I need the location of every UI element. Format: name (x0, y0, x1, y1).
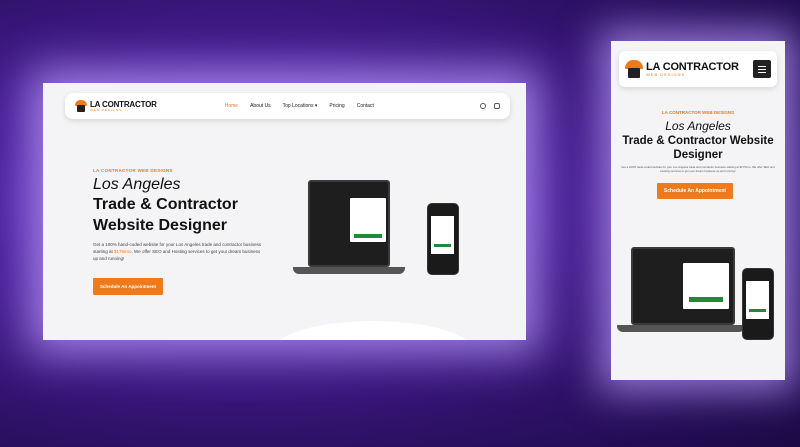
mobile-hero-heading-line1: Trade & Contractor Website (622, 135, 774, 147)
nav-contact[interactable]: Contact (357, 103, 374, 109)
brand-tagline: WEB DESIGNS (646, 71, 686, 77)
nav-about[interactable]: About Us (250, 103, 271, 109)
mobile-screenshot: LA CONTRACTOR WEB DESIGNS LA CONTRACTOR … (611, 41, 785, 380)
desktop-navbar: LA CONTRACTOR WEB DESIGNS Home About Us … (65, 93, 510, 119)
brand-logo[interactable]: LA CONTRACTOR WEB DESIGNS (75, 100, 157, 112)
youtube-icon[interactable] (494, 103, 500, 109)
mobile-hero-description: Get a 100% hand-coded website for your L… (621, 165, 775, 174)
schedule-appointment-button[interactable]: Schedule An Appointment (93, 278, 163, 295)
mobile-hero-heading-italic: Los Angeles (665, 119, 731, 133)
mobile-hero-heading-line2: Designer (673, 149, 723, 161)
mobile-laptop-image (631, 247, 735, 325)
phone-image (427, 203, 459, 275)
mobile-navbar: LA CONTRACTOR WEB DESIGNS (619, 51, 777, 87)
hardhat-icon (75, 100, 87, 112)
laptop-base (293, 267, 405, 274)
desktop-screenshot: LA CONTRACTOR WEB DESIGNS Home About Us … (43, 83, 526, 340)
hero-heading-line2: Website Designer (93, 217, 227, 234)
mobile-hero-eyebrow: LA CONTRACTOR WEB DESIGNS (661, 110, 735, 115)
hero-description: Get a 100% hand-coded website for your L… (93, 242, 262, 261)
hero-price: $175/mo (114, 248, 132, 254)
nav-top-locations[interactable]: Top Locations ▾ (283, 103, 318, 109)
hardhat-icon (625, 60, 643, 78)
brand-name: LA CONTRACTOR (646, 60, 739, 73)
mobile-phone-image (742, 268, 774, 340)
desktop-menu: Home About Us Top Locations ▾ Pricing Co… (225, 103, 374, 109)
nav-home[interactable]: Home (225, 103, 238, 109)
hamburger-menu-icon[interactable] (753, 60, 771, 78)
hero-wave (273, 321, 473, 340)
mobile-brand-logo[interactable]: LA CONTRACTOR WEB DESIGNS (625, 60, 739, 78)
instagram-icon[interactable] (480, 103, 486, 109)
laptop-image (308, 180, 390, 267)
brand-tagline: WEB DESIGNS (90, 107, 123, 112)
mobile-schedule-appointment-button[interactable]: Schedule An Appointment (657, 183, 733, 199)
nav-pricing[interactable]: Pricing (329, 103, 344, 109)
hero-heading-line1: Trade & Contractor (93, 196, 238, 213)
hero-heading-italic: Los Angeles (93, 176, 181, 193)
hero-eyebrow: LA CONTRACTOR WEB DESIGNS (93, 168, 173, 173)
mobile-laptop-base (617, 325, 745, 332)
